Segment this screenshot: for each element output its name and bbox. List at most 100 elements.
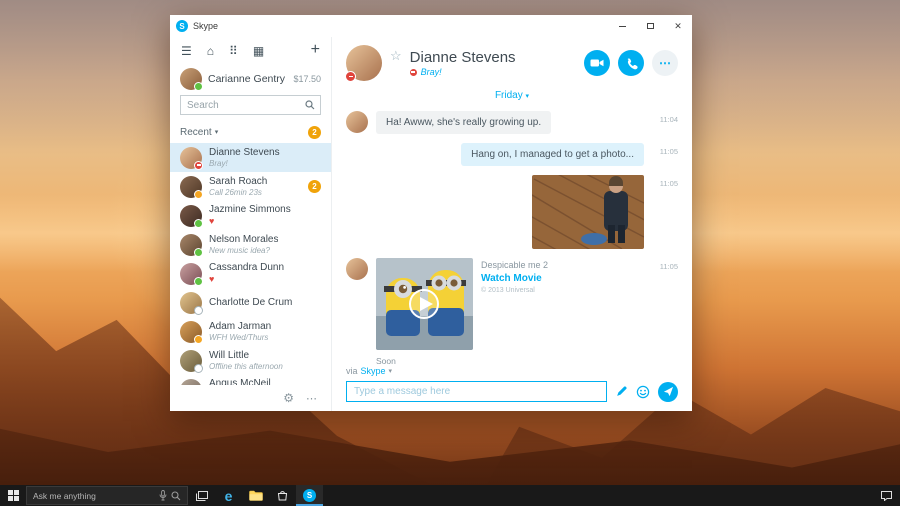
send-button[interactable] — [658, 381, 678, 402]
chevron-down-icon: ▾ — [214, 129, 219, 136]
chat-contact-mood: Bray! — [409, 67, 516, 77]
contact-mood: Offline this afternoon — [209, 361, 283, 371]
online-status-dot — [194, 81, 203, 91]
message-input[interactable] — [346, 381, 607, 402]
contact-will-little[interactable]: Will Little Offline this afternoon — [170, 346, 331, 375]
window-titlebar[interactable]: S Skype ✕ — [170, 15, 692, 37]
contact-angus-mcneil[interactable]: Angus McNeil☺ — [170, 375, 331, 385]
date-label: Friday — [494, 90, 523, 101]
folder-icon — [248, 490, 263, 501]
avatar — [180, 262, 203, 286]
contact-cassandra-dunn[interactable]: Cassandra Dunn ♥ — [170, 259, 331, 288]
message-outgoing: Hang on, I managed to get a photo... 11:… — [346, 143, 678, 166]
search-input[interactable] — [181, 99, 305, 111]
minimize-button[interactable] — [608, 15, 636, 37]
avatar — [180, 378, 202, 385]
home-icon[interactable]: ⌂ — [207, 45, 214, 57]
window-body: ☰ ⌂ ⠿ ▦ + Carianne Gentry $17.50 Search … — [170, 37, 692, 411]
search-icon[interactable] — [305, 100, 315, 110]
recent-filter[interactable]: Recent ▾ 2 — [170, 121, 331, 143]
profile-row[interactable]: Carianne Gentry $17.50 — [170, 65, 331, 92]
contact-nelson-morales[interactable]: Nelson Morales New music idea? — [170, 230, 331, 259]
favorite-star-icon[interactable]: ☆ — [390, 48, 402, 64]
contact-jazmine-simmons[interactable]: Jazmine Simmons ♥ — [170, 201, 331, 230]
action-center-button[interactable] — [881, 485, 900, 506]
edge-browser-button[interactable]: e — [215, 485, 242, 506]
maximize-button[interactable] — [636, 15, 664, 37]
search-icon[interactable] — [171, 490, 181, 501]
date-divider[interactable]: Friday ▾ — [346, 90, 678, 101]
video-title: Despicable me 2 — [481, 260, 549, 270]
call-actions: ⋯ — [584, 50, 678, 76]
contact-adam-jarman[interactable]: Adam Jarman WFH Wed/Thurs — [170, 317, 331, 346]
edge-icon: e — [224, 487, 233, 504]
conversation-more-button[interactable]: ⋯ — [652, 50, 678, 76]
dnd-status-dot — [345, 71, 356, 82]
video-call-button[interactable] — [584, 50, 610, 76]
sidebar: ☰ ⌂ ⠿ ▦ + Carianne Gentry $17.50 Search … — [170, 37, 332, 411]
store-button[interactable] — [269, 485, 296, 506]
skype-credit[interactable]: $17.50 — [293, 74, 321, 84]
search-box — [180, 95, 321, 115]
avatar — [180, 320, 203, 344]
start-button[interactable] — [0, 485, 26, 506]
profile-avatar — [180, 67, 203, 91]
dialpad-icon[interactable]: ⠿ — [229, 45, 238, 57]
settings-gear-icon[interactable]: ⚙ — [283, 391, 294, 405]
contact-dianne-stevens[interactable]: Dianne Stevens Bray! — [170, 143, 331, 172]
close-button[interactable]: ✕ — [664, 15, 692, 37]
contact-mood: WFH Wed/Thurs — [209, 332, 269, 342]
online-status-dot — [194, 218, 203, 228]
avatar — [180, 204, 203, 228]
contact-name: Angus McNeil — [209, 378, 271, 385]
file-explorer-button[interactable] — [242, 485, 269, 506]
contact-name: Cassandra Dunn — [209, 262, 285, 274]
video-thumbnail[interactable] — [376, 258, 473, 350]
contact-list: Dianne Stevens Bray! Sarah Roach Call 26mi… — [170, 143, 331, 385]
dnd-status-icon — [409, 68, 417, 76]
timestamp: 11:05 — [659, 179, 678, 188]
recent-label: Recent — [180, 126, 212, 138]
send-plane-icon — [663, 386, 673, 397]
compose-bar — [346, 381, 678, 402]
voice-call-button[interactable] — [618, 50, 644, 76]
photo-message[interactable] — [532, 175, 644, 249]
offline-status-dot — [194, 363, 203, 373]
contacts-icon[interactable]: ▦ — [253, 45, 264, 57]
chat-contact-avatar[interactable] — [345, 45, 382, 82]
windows-logo-icon — [7, 490, 19, 501]
sidebar-footer: ⚙ ⋯ — [170, 385, 331, 411]
task-view-button[interactable] — [188, 485, 215, 506]
more-options-icon[interactable]: ⋯ — [306, 392, 318, 405]
avatar — [180, 291, 203, 315]
via-service: Skype — [360, 366, 386, 376]
video-meta: Despicable me 2 Watch Movie © 2013 Unive… — [481, 258, 548, 294]
skype-taskbar-button[interactable]: S — [296, 485, 323, 506]
contact-name: Sarah Roach — [209, 175, 268, 187]
skype-window: S Skype ✕ ☰ ⌂ ⠿ ▦ + Carianne Gentry $17.… — [170, 15, 692, 411]
watch-movie-link[interactable]: Watch Movie — [481, 273, 548, 284]
video-camera-icon — [590, 59, 604, 67]
text-format-icon[interactable] — [615, 385, 628, 398]
menu-icon[interactable]: ☰ — [181, 45, 192, 57]
contact-name: Charlotte De Crum — [209, 296, 293, 308]
away-status-dot — [194, 334, 203, 344]
taskbar-search-box — [26, 486, 188, 505]
add-contact-button[interactable]: + — [311, 42, 320, 58]
taskbar-search-input[interactable] — [33, 490, 155, 501]
unread-badge: 2 — [308, 180, 321, 193]
message-bubble: Hang on, I managed to get a photo... — [461, 143, 644, 166]
offline-status-dot — [194, 305, 203, 315]
contact-mood: Bray! — [209, 158, 228, 168]
contact-charlotte-de-crum[interactable]: Charlotte De Crum — [170, 288, 331, 317]
avatar — [180, 349, 203, 373]
via-service-selector[interactable]: via Skype ▾ — [346, 366, 678, 376]
timestamp: 11:04 — [659, 115, 678, 124]
via-label: via — [346, 366, 358, 376]
online-status-dot — [194, 276, 203, 286]
contact-sarah-roach[interactable]: Sarah Roach Call 26min 23s 2 — [170, 172, 331, 201]
emoji-icon[interactable] — [636, 385, 650, 399]
chevron-down-icon: ▾ — [525, 93, 530, 100]
message-incoming: Ha! Awww, she's really growing up. 11:04 — [346, 111, 678, 134]
microphone-icon[interactable] — [159, 490, 167, 501]
